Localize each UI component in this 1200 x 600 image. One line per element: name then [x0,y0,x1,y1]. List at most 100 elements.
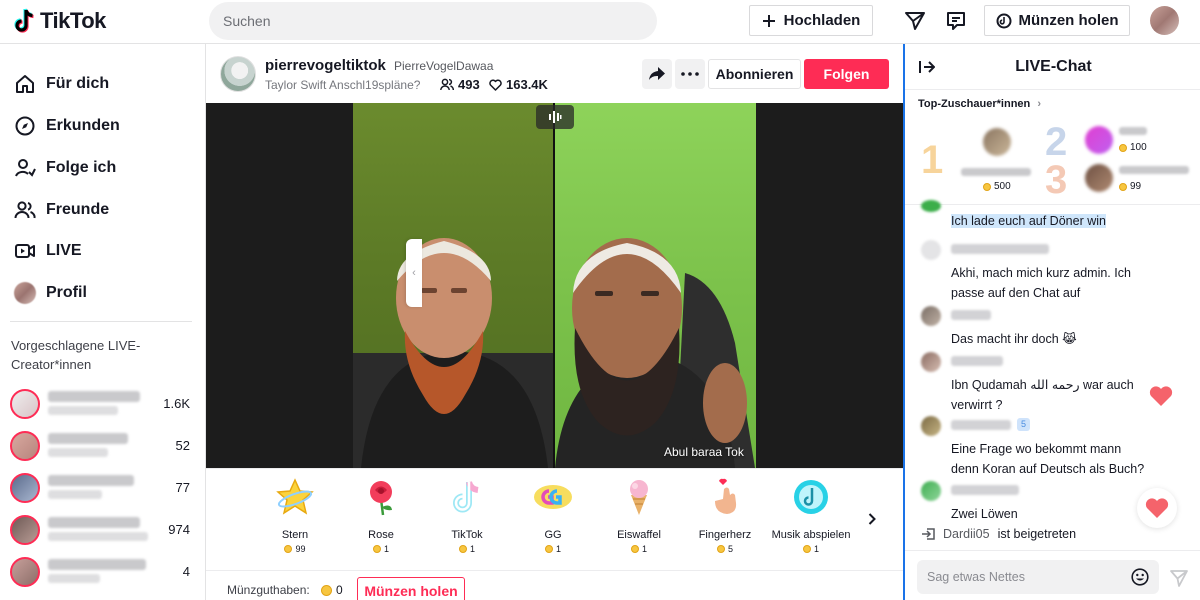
suggested-creator-item[interactable]: 974 [10,513,196,547]
join-notification: Dardii05 ist beigetreten [921,527,1076,541]
coin-icon [458,545,467,553]
gift-price: 99 [252,544,338,554]
gift-name: Musik abspielen [771,529,851,541]
coin-icon [983,182,991,191]
search-input[interactable] [223,2,603,40]
emoji-button[interactable] [1130,567,1150,587]
plus-icon [762,14,775,27]
get-coins-button[interactable]: Münzen holen [984,5,1130,36]
nav-profile[interactable]: Profil [14,278,87,308]
chat-username-redacted [951,485,1019,495]
coin-icon [802,545,811,553]
rank-2-avatar[interactable] [1085,126,1113,154]
subscribe-button[interactable]: Abonnieren [708,59,801,89]
viewer-count-value: 493 [458,77,480,92]
gift-item[interactable]: Fingerherz 5 [682,477,768,567]
upload-label: Hochladen [783,12,861,29]
upload-button[interactable]: Hochladen [749,5,873,36]
creator-subtitle-redacted [48,406,118,415]
rank-3-coins: 99 [1119,181,1141,192]
gift-item[interactable]: Eiswaffel 1 [596,477,682,567]
gift-name: TikTok [451,529,483,541]
like-heart-button[interactable] [1137,488,1177,528]
inbox-button[interactable] [941,6,971,36]
user-avatar[interactable] [1150,6,1179,35]
nav-following[interactable]: Folge ich [14,153,116,183]
top-viewers-link[interactable]: Top-Zuschauer*innen › [918,98,1041,110]
tiktok-logo-icon [14,8,34,33]
chat-username-redacted [951,310,991,320]
chat-message: Das macht ihr doch 😹 [921,306,1185,346]
send-button[interactable] [1168,567,1190,589]
live-video[interactable]: Abul baraa Tok [206,103,903,468]
suggested-creator-item[interactable]: 52 [10,429,196,463]
creator-subtitle-redacted [48,448,108,457]
gift-name: Rose [368,529,394,541]
host-handle[interactable]: pierrevogeltiktok [265,57,386,74]
gift-item[interactable]: TikTok 1 [424,477,510,567]
gift-item[interactable]: Rose 1 [338,477,424,567]
nav-live[interactable]: LIVE [14,236,82,266]
gift-item[interactable]: Musik abspielen 1 [768,477,854,567]
share-arrow-icon [649,67,665,80]
gift-item[interactable]: GG 1 [510,477,596,567]
following-icon [15,159,36,177]
nav-label: LIVE [46,242,82,259]
share-button[interactable] [642,59,672,89]
creator-name-redacted [48,433,128,444]
rank-2-name-redacted [1119,127,1147,135]
tiktok-logo[interactable]: TikTok [14,6,106,36]
live-chat-panel: LIVE-Chat Top-Zuschauer*innen › 1 500 2 … [903,44,1200,600]
like-count: 163.4K [489,77,548,92]
creator-viewer-count: 77 [175,480,190,495]
rank-1-number: 1 [921,138,944,182]
gifts-next-button[interactable] [864,509,880,529]
gift-price: 1 [768,544,854,554]
music-gift-icon [791,477,831,517]
viewers-icon [440,78,454,91]
coin-icon [630,545,639,553]
coin-icon [321,585,332,596]
creator-subtitle-redacted [48,532,148,541]
creator-subtitle-redacted [48,574,100,583]
messages-button[interactable] [900,6,930,36]
gift-price: 1 [596,544,682,554]
like-heart-icon[interactable] [1141,376,1181,416]
follow-button[interactable]: Folgen [804,59,889,89]
creator-avatar [10,515,40,545]
more-dots-icon [681,72,699,76]
stream-title: Taylor Swift Anschl19spläne? [265,78,421,92]
gift-price-value: 1 [555,544,561,554]
collapse-sidebar-tab[interactable]: ‹ [406,239,422,307]
host-nickname: PierreVogelDawaa [394,59,494,73]
creator-viewer-count: 1.6K [163,396,190,411]
host-avatar[interactable] [220,56,256,92]
finger-heart-gift-icon [705,477,745,517]
chat-header-divider [905,89,1200,90]
coin-balance-label: Münzguthaben: [227,583,310,597]
nav-friends[interactable]: Freunde [14,195,109,225]
audio-bars-icon [549,111,562,123]
rank-3-avatar[interactable] [1085,164,1113,192]
chat-username-redacted [951,420,1011,430]
chat-message-text: Zwei Löwen [951,507,1018,521]
rank-1-avatar[interactable] [983,128,1011,156]
nav-explore[interactable]: Erkunden [14,111,120,141]
suggested-creator-item[interactable]: 4 [10,555,196,589]
chevron-right-icon [868,513,876,525]
nav-for-you[interactable]: Für dich [14,69,109,99]
profile-avatar [14,282,36,304]
suggested-creator-item[interactable]: 1.6K [10,387,196,421]
rank-3-name-redacted [1119,166,1189,174]
chat-message: Akhi, mach mich kurz admin. Ich passe au… [921,240,1185,300]
get-coins-label: Münzen holen [1018,12,1119,29]
chat-message-input[interactable] [927,560,1117,594]
joined-username[interactable]: Dardii05 [943,527,990,541]
emoji-icon [1131,568,1149,586]
creator-viewer-count: 974 [168,522,190,537]
joined-text: ist beigetreten [997,527,1077,541]
gift-item[interactable]: Stern 99 [252,477,338,567]
more-options-button[interactable] [675,59,705,89]
suggested-creator-item[interactable]: 77 [10,471,196,505]
get-coins-balance-button[interactable]: Münzen holen [357,577,465,600]
